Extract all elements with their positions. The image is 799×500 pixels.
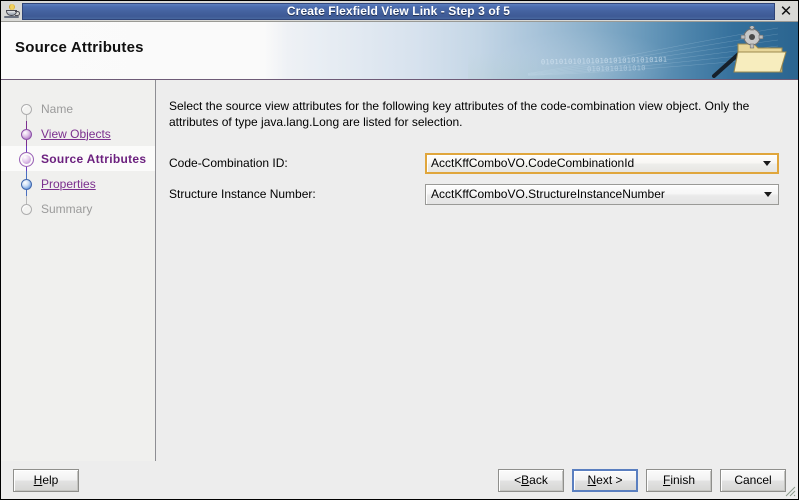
field-label: Structure Instance Number: [169, 187, 316, 201]
sidebar-item-label: View Objects [41, 126, 111, 141]
step-dot-empty-icon [21, 104, 32, 115]
step-dot-current-icon [19, 152, 34, 167]
mnemonic: F [662, 473, 671, 487]
step-marker-summary [19, 196, 34, 221]
back-button[interactable]: < Back [498, 468, 564, 492]
folder-gear-wand-icon [712, 26, 787, 78]
instruction-text: Select the source view attributes for th… [169, 99, 750, 129]
page-title: Source Attributes [15, 39, 144, 56]
wizard-banner: Source Attributes 0101010101010101010101… [1, 22, 798, 80]
step-dot-empty-icon [21, 204, 32, 215]
field-label: Code-Combination ID: [169, 156, 288, 170]
wizard-dialog: Create Flexfield View Link - Step 3 of 5… [0, 0, 799, 500]
sidebar-item-properties[interactable]: Properties [1, 171, 155, 196]
sidebar-item-label: Properties [41, 176, 96, 191]
structure-instance-number-dropdown[interactable]: AcctKffComboVO.StructureInstanceNumber [425, 183, 779, 205]
close-icon: ✕ [779, 1, 793, 20]
sidebar-item-source-attributes[interactable]: Source Attributes [1, 146, 155, 171]
dropdown-value: AcctKffComboVO.StructureInstanceNumber [431, 187, 665, 201]
sidebar-item-label: Source Attributes [41, 151, 147, 166]
dropdown-value: AcctKffComboVO.CodeCombinationId [431, 156, 635, 170]
mnemonic: B [521, 473, 530, 487]
sidebar-item-view-objects[interactable]: View Objects [1, 121, 155, 146]
dialog-body: Name View Objects Source Attributes Prop… [1, 80, 798, 461]
step-marker-source-attributes [19, 146, 34, 171]
chevron-down-icon [764, 192, 772, 197]
finish-button[interactable]: Finish [646, 468, 712, 492]
java-coffee-cup-icon [3, 2, 21, 20]
step-marker-view-objects [19, 121, 34, 146]
dialog-footer: Help < Back Next > Finish Cancel [1, 461, 798, 499]
title-bar: Create Flexfield View Link - Step 3 of 5… [1, 1, 798, 22]
window-title: Create Flexfield View Link - Step 3 of 5 [286, 4, 511, 18]
navigation-buttons: < Back Next > Finish Cancel [498, 468, 786, 492]
sidebar-item-label: Name [41, 101, 74, 116]
chevron-down-icon [763, 161, 771, 166]
step-marker-name [19, 96, 34, 121]
field-row-structure-instance-number: Structure Instance Number: AcctKffComboV… [169, 183, 782, 205]
close-button[interactable]: ✕ [776, 1, 796, 21]
wizard-step-list: Name View Objects Source Attributes Prop… [1, 80, 156, 461]
step-dot-next-icon [21, 179, 32, 190]
mnemonic: N [587, 473, 597, 487]
cancel-button[interactable]: Cancel [720, 468, 786, 492]
code-combination-id-dropdown[interactable]: AcctKffComboVO.CodeCombinationId [425, 152, 779, 174]
help-button[interactable]: Help [13, 468, 79, 492]
step-marker-properties [19, 171, 34, 196]
sidebar-item-name: Name [1, 96, 155, 121]
next-button[interactable]: Next > [572, 468, 638, 492]
resize-grip-icon[interactable] [784, 485, 796, 497]
mnemonic: H [33, 473, 43, 487]
title-bar-gradient: Create Flexfield View Link - Step 3 of 5 [22, 2, 775, 20]
sidebar-item-label: Summary [41, 201, 93, 216]
step-content: Select the source view attributes for th… [156, 80, 798, 461]
sidebar-item-summary: Summary [1, 196, 155, 221]
step-dot-visited-icon [21, 129, 32, 140]
field-row-code-combination-id: Code-Combination ID: AcctKffComboVO.Code… [169, 152, 782, 174]
